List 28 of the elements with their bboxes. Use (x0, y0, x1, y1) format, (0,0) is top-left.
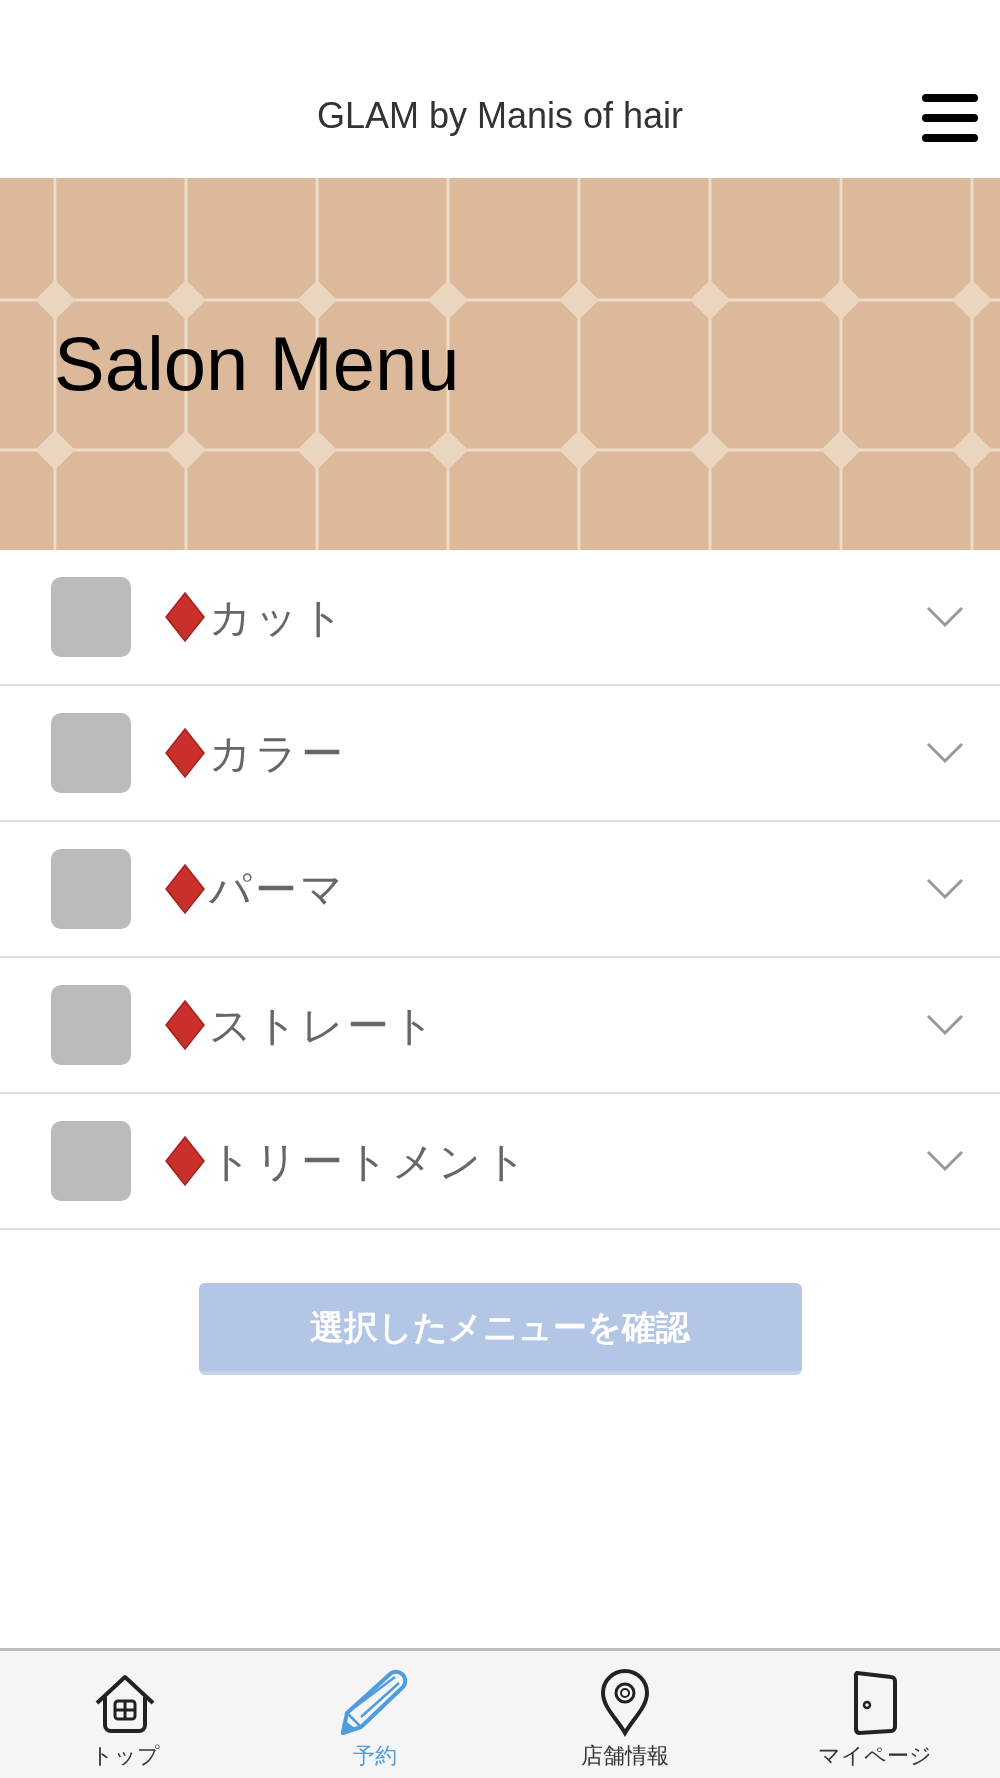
menu-row[interactable]: パーマ (0, 822, 1000, 958)
tab[interactable]: 店舗情報 (500, 1651, 750, 1778)
checkbox[interactable] (51, 1121, 131, 1201)
diamond-icon (165, 1136, 205, 1186)
menu-label: パーマ (209, 864, 346, 915)
checkbox[interactable] (51, 849, 131, 929)
tab[interactable]: マイページ (750, 1651, 1000, 1778)
checkbox[interactable] (51, 577, 131, 657)
menu-row[interactable]: カラー (0, 686, 1000, 822)
door-icon (851, 1669, 899, 1737)
map-pin-icon (599, 1669, 651, 1737)
menu-label: ストレート (209, 1000, 438, 1051)
diamond-icon (165, 1000, 205, 1050)
menu-label: カラー (209, 728, 346, 779)
menu-row[interactable]: カット (0, 550, 1000, 686)
checkbox[interactable] (51, 985, 131, 1065)
diamond-icon (165, 592, 205, 642)
app-title: GLAM by Manis of hair (316, 94, 684, 138)
diamond-icon (165, 728, 205, 778)
menu-button[interactable] (922, 94, 978, 142)
menu-label: カット (209, 592, 347, 643)
menu-row[interactable]: ストレート (0, 958, 1000, 1094)
checkbox[interactable] (51, 713, 131, 793)
menu-row[interactable]: トリートメント (0, 1094, 1000, 1230)
banner-title: Salon Menu (54, 321, 460, 406)
tab[interactable]: トップ (0, 1651, 250, 1778)
menu-label: トリートメント (209, 1136, 530, 1187)
diamond-icon (165, 864, 205, 914)
